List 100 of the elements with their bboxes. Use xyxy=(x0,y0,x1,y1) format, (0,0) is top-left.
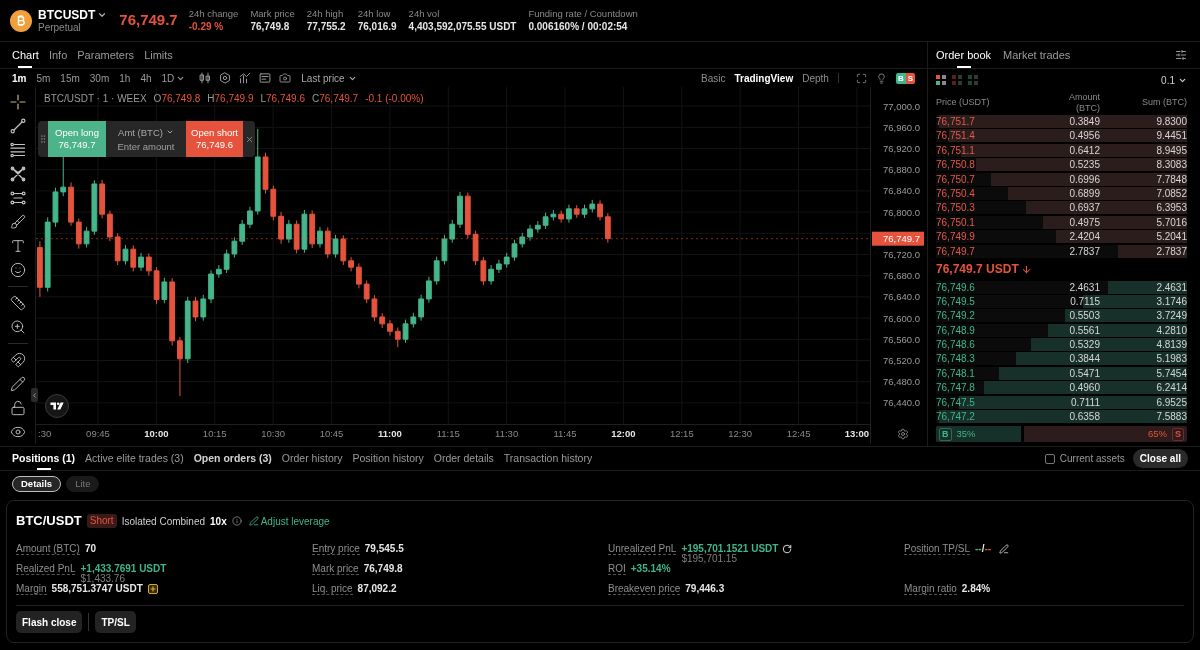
order-price: 76,751.7 xyxy=(936,115,975,128)
order-sum: 5.7454 xyxy=(1156,366,1187,380)
smiley-icon[interactable] xyxy=(9,262,26,278)
order-amount: 2.7837 xyxy=(1069,244,1100,258)
grid-icon[interactable] xyxy=(936,75,946,85)
time-axis-label: 12:30 xyxy=(728,428,753,439)
view-toggle[interactable]: Details xyxy=(12,476,62,492)
interval-tab[interactable]: 1m xyxy=(12,70,27,86)
parallel-lines-icon[interactable] xyxy=(9,190,26,206)
order-price: 76,750.3 xyxy=(936,201,975,215)
chart-icon[interactable] xyxy=(239,72,252,84)
ruler-icon[interactable] xyxy=(9,295,26,311)
interval-tab[interactable]: 4h xyxy=(140,70,152,86)
action-button[interactable]: Flash close xyxy=(16,611,83,633)
price-change: -0.1 (-0.00%) xyxy=(365,93,424,105)
field-subvalue: $195,701.15 xyxy=(681,554,737,564)
order-sum: 6.9525 xyxy=(1156,395,1187,409)
interval-tab[interactable]: 5m xyxy=(36,70,51,86)
order-amount: 0.5561 xyxy=(1069,323,1100,337)
ohlc-value: L76,749.6 xyxy=(260,93,305,105)
collapse-handle[interactable] xyxy=(31,388,38,402)
chart-tab[interactable]: Limits xyxy=(144,42,173,68)
positions-tab[interactable]: Positions (1) xyxy=(12,447,75,470)
close-all-button[interactable]: Close all xyxy=(1132,449,1188,468)
pencil-icon[interactable] xyxy=(9,376,26,392)
fullscreen-icon[interactable] xyxy=(855,72,867,84)
positions-tab[interactable]: Transaction history xyxy=(503,447,593,470)
crosshair-icon[interactable] xyxy=(9,94,26,110)
grip-icon[interactable] xyxy=(38,134,48,144)
precision-selector[interactable]: 0.1 xyxy=(1161,72,1187,88)
order-book-tab[interactable]: Order book xyxy=(936,42,992,68)
camera-icon[interactable] xyxy=(279,72,292,84)
interval-tab[interactable]: 30m xyxy=(89,70,110,86)
positions-tab[interactable]: Position history xyxy=(352,447,424,470)
adjust-leverage-link[interactable]: Adjust leverage xyxy=(248,513,330,529)
buy-share: 35% xyxy=(956,426,976,441)
order-sum: 5.7016 xyxy=(1156,215,1187,229)
arrow-down-icon xyxy=(1020,263,1032,275)
eye-icon[interactable] xyxy=(9,424,26,440)
lightbulb-icon[interactable] xyxy=(875,72,887,84)
order-sum: 5.2041 xyxy=(1156,230,1187,244)
positions-tab[interactable]: Active elite trades (3) xyxy=(85,447,184,470)
price-axis-label: 76,560.0 xyxy=(883,333,920,345)
info-icon[interactable] xyxy=(231,516,242,526)
checkbox-label: Current assets xyxy=(1059,452,1125,466)
chart-tab[interactable]: Info xyxy=(48,42,68,68)
chart-view-tab[interactable]: Basic xyxy=(701,70,726,86)
order-price: 76,751.4 xyxy=(936,129,975,143)
order-book-tab[interactable]: Market trades xyxy=(1003,42,1071,68)
positions-tab[interactable]: Order history xyxy=(281,447,343,470)
field-value: 2.84% xyxy=(961,584,991,594)
window-icon[interactable] xyxy=(259,72,272,84)
order-sum: 9.4451 xyxy=(1156,129,1187,143)
amount-input[interactable]: Enter amount xyxy=(110,140,182,152)
interval-tab[interactable]: 1D xyxy=(161,70,186,86)
price-axis-label: 76,960.0 xyxy=(883,121,920,133)
positions-tab[interactable]: Order details xyxy=(433,447,494,470)
order-price: 76,749.7 xyxy=(936,244,975,258)
chart-tab[interactable]: Parameters xyxy=(77,42,135,68)
text-icon[interactable] xyxy=(9,238,26,254)
brush-icon[interactable] xyxy=(9,214,26,230)
chart-view-tab[interactable]: Depth xyxy=(802,70,829,86)
logo-icon[interactable] xyxy=(45,394,69,418)
time-axis-label: 10:45 xyxy=(319,428,344,439)
ohlc-value: C76,749.7 xyxy=(312,93,359,105)
checkbox[interactable] xyxy=(1044,453,1055,464)
open-lock-icon[interactable] xyxy=(9,400,26,416)
pencil-icon[interactable] xyxy=(999,544,1010,554)
order-amount: 0.6358 xyxy=(1069,410,1100,424)
interval-tab[interactable]: 15m xyxy=(60,70,80,86)
time-axis-label: 11:00 xyxy=(378,428,402,439)
order-price: 76,750.1 xyxy=(936,215,975,229)
time-axis-label: 10:00 xyxy=(144,428,169,439)
hexagon-icon[interactable] xyxy=(219,72,232,84)
interval-tab[interactable]: 1h xyxy=(119,70,131,86)
plus-icon[interactable] xyxy=(147,584,158,594)
price-source-selector[interactable]: Last price xyxy=(301,70,357,86)
order-amount: 0.4960 xyxy=(1069,381,1100,395)
stat-label: 24h high xyxy=(306,8,345,20)
horizontal-lines-icon[interactable] xyxy=(9,142,26,158)
settings-icon[interactable] xyxy=(897,428,909,440)
unit-selector[interactable]: Amt (BTC) xyxy=(118,126,174,138)
symbol-selector[interactable]: BTCUSDT Perpetual xyxy=(38,7,108,34)
view-toggle[interactable]: Lite xyxy=(66,476,100,492)
sliders-icon[interactable] xyxy=(1175,49,1187,61)
positions-tab[interactable]: Open orders (3) xyxy=(193,447,272,470)
rotate-arrow-icon[interactable] xyxy=(782,544,793,554)
zoom-in-icon[interactable] xyxy=(9,319,26,335)
action-button[interactable]: TP/SL xyxy=(95,611,136,633)
order-amount: 0.5471 xyxy=(1069,366,1100,380)
open-short-button[interactable]: Open short 76,749.6 xyxy=(186,121,243,157)
stat-label: 24h vol xyxy=(408,8,441,20)
chart-view-tab[interactable]: TradingView xyxy=(734,70,794,86)
price-axis-label: 76,680.0 xyxy=(883,270,920,282)
line-segment-icon[interactable] xyxy=(9,118,26,134)
magnet-icon[interactable] xyxy=(9,352,26,368)
order-amount: 0.5329 xyxy=(1069,338,1100,352)
candlestick-icon[interactable] xyxy=(199,72,212,84)
chart-tab[interactable]: Chart xyxy=(12,42,39,68)
cross-nodes-icon[interactable] xyxy=(9,166,26,182)
